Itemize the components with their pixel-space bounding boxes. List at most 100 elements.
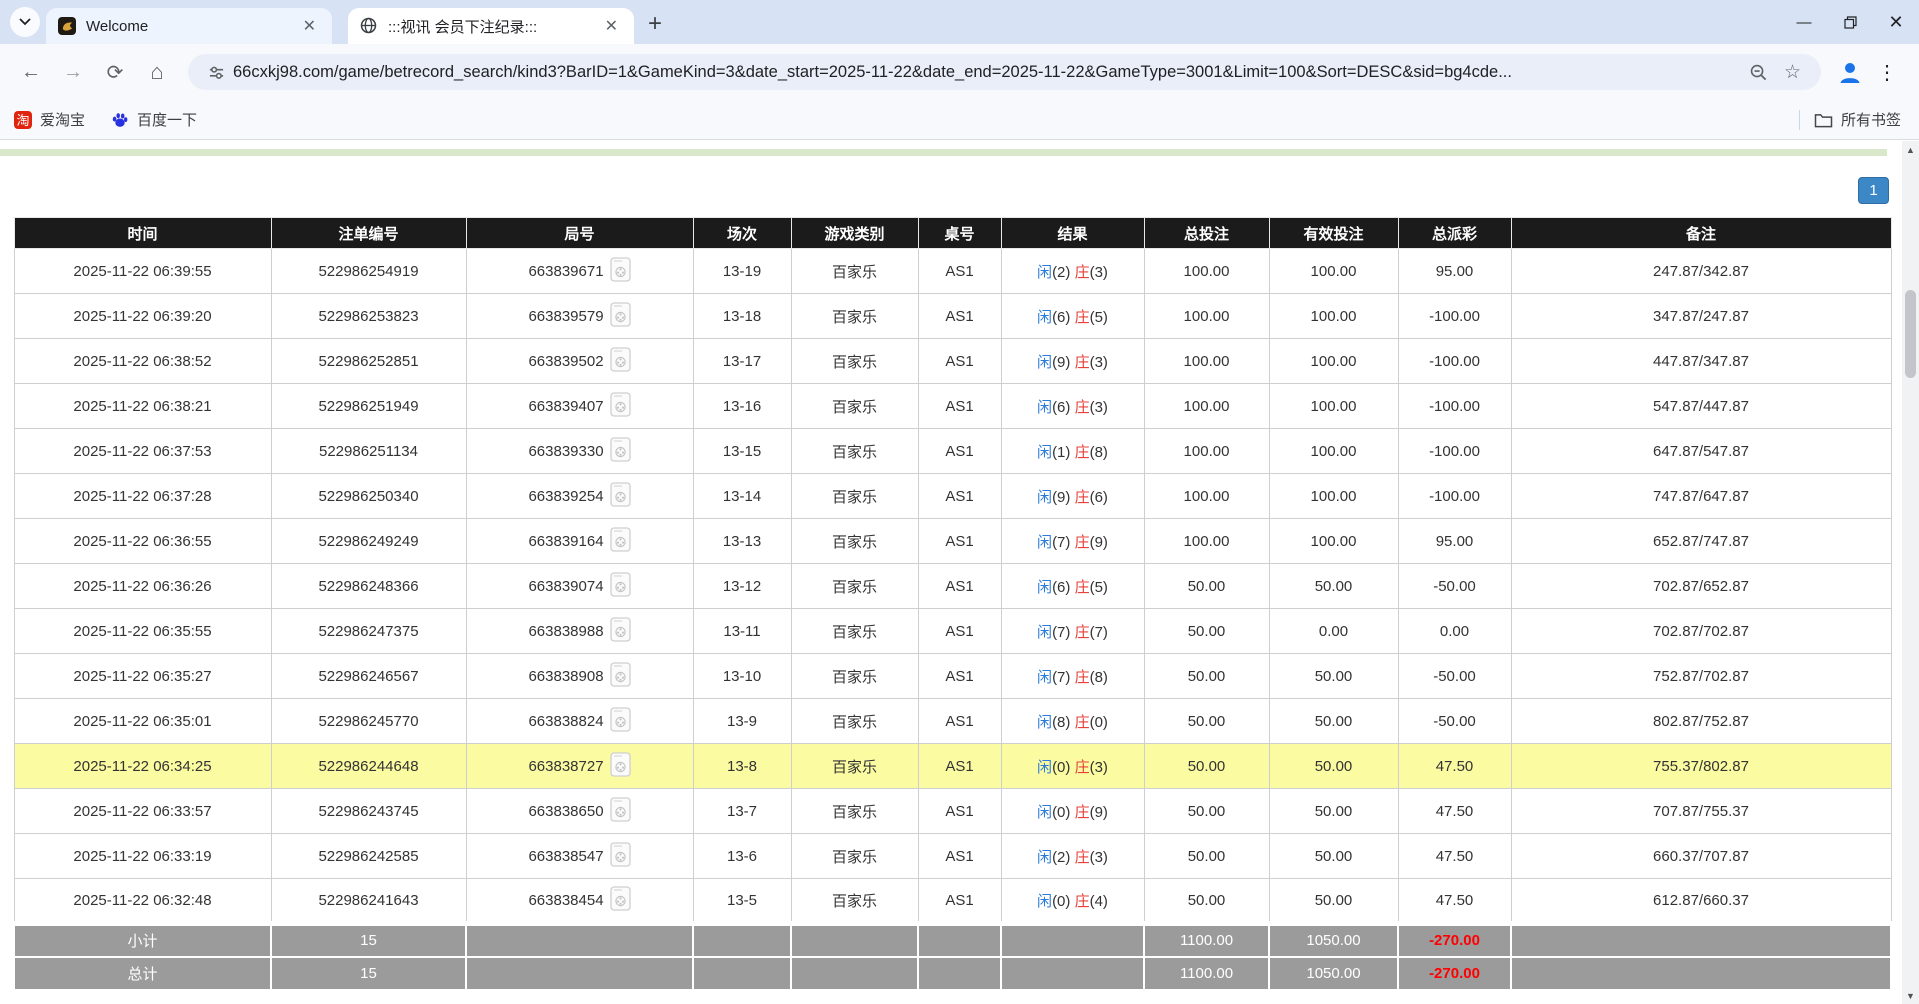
cell-result: 闲(0) 庄(9)	[1001, 789, 1144, 834]
cell-bet-id: 522986251134	[271, 429, 466, 474]
pagination-page-1[interactable]: 1	[1858, 177, 1889, 204]
video-replay-icon[interactable]	[610, 842, 631, 871]
cell-result: 闲(0) 庄(4)	[1001, 879, 1144, 924]
cell-remark: 612.87/660.37	[1511, 879, 1891, 924]
result-player-score: (2)	[1052, 264, 1070, 281]
bookmarks-bar: 淘 爱淘宝 百度一下 所有书签	[0, 100, 1919, 140]
cell-total-bet: 50.00	[1144, 879, 1269, 924]
cell-game-type: 百家乐	[791, 519, 918, 564]
tab-bet-record[interactable]: :::视讯 会员下注纪录::: ✕	[348, 8, 634, 44]
video-replay-icon[interactable]	[610, 707, 631, 736]
cell-valid-bet: 50.00	[1269, 879, 1398, 924]
result-banker-label: 庄	[1075, 759, 1090, 776]
video-replay-icon[interactable]	[610, 617, 631, 646]
cell-payout: 95.00	[1398, 519, 1511, 564]
video-replay-icon[interactable]	[610, 886, 631, 915]
cell-valid-bet: 50.00	[1269, 834, 1398, 879]
result-banker-label: 庄	[1075, 849, 1090, 866]
baidu-paw-icon	[111, 111, 129, 129]
video-replay-icon[interactable]	[610, 392, 631, 421]
video-replay-icon[interactable]	[610, 257, 631, 286]
bookmark-aitaobao[interactable]: 淘 爱淘宝	[14, 109, 85, 130]
round-number: 663839502	[528, 353, 603, 370]
result-player-label: 闲	[1037, 579, 1052, 596]
result-banker-score: (3)	[1090, 759, 1108, 776]
video-replay-icon[interactable]	[610, 437, 631, 466]
summary-result	[1001, 957, 1144, 990]
cell-time: 2025-11-22 06:39:20	[14, 294, 271, 339]
summary-payout: -270.00	[1398, 924, 1511, 957]
tab-welcome[interactable]: Welcome ✕	[46, 8, 332, 44]
round-number: 663838727	[528, 758, 603, 775]
video-replay-icon[interactable]	[610, 347, 631, 376]
result-banker-label: 庄	[1075, 579, 1090, 596]
cell-game-type: 百家乐	[791, 699, 918, 744]
table-row: 2025-11-22 06:37:53522986251134663839330…	[14, 429, 1891, 474]
cell-round: 663838727	[466, 744, 693, 789]
table-row: 2025-11-22 06:36:55522986249249663839164…	[14, 519, 1891, 564]
result-banker-label: 庄	[1075, 669, 1090, 686]
back-icon[interactable]: ←	[14, 55, 48, 89]
scroll-down-icon[interactable]: ▼	[1902, 987, 1919, 1004]
column-header-round: 局号	[466, 218, 693, 249]
video-replay-icon[interactable]	[610, 572, 631, 601]
scrollbar-thumb[interactable]	[1905, 290, 1916, 378]
home-icon[interactable]: ⌂	[140, 55, 174, 89]
url-text[interactable]: 66cxkj98.com/game/betrecord_search/kind3…	[233, 63, 1741, 82]
scroll-up-icon[interactable]: ▲	[1902, 141, 1919, 158]
tab-search-button[interactable]	[10, 7, 40, 37]
cell-session: 13-16	[693, 384, 791, 429]
cell-time: 2025-11-22 06:33:19	[14, 834, 271, 879]
close-window-button[interactable]: ✕	[1873, 0, 1919, 44]
cell-time: 2025-11-22 06:35:27	[14, 654, 271, 699]
cell-session: 13-13	[693, 519, 791, 564]
minimize-button[interactable]: —	[1781, 0, 1827, 44]
close-icon[interactable]: ✕	[297, 14, 322, 38]
result-banker-score: (3)	[1090, 264, 1108, 281]
result-banker-score: (9)	[1090, 804, 1108, 821]
zoom-out-icon[interactable]	[1749, 63, 1768, 82]
forward-icon[interactable]: →	[56, 55, 90, 89]
result-player-score: (7)	[1052, 624, 1070, 641]
close-icon[interactable]: ✕	[599, 14, 624, 38]
bookmark-baidu[interactable]: 百度一下	[111, 109, 197, 130]
menu-icon[interactable]: ⋮	[1877, 60, 1897, 85]
result-banker-label: 庄	[1075, 264, 1090, 281]
folder-icon	[1814, 112, 1833, 128]
cell-game-type: 百家乐	[791, 879, 918, 924]
cell-session: 13-8	[693, 744, 791, 789]
video-replay-icon[interactable]	[610, 797, 631, 826]
cell-bet-id: 522986254919	[271, 249, 466, 294]
grand-total-row: 总计151100.001050.00-270.00	[14, 957, 1891, 990]
cell-bet-id: 522986247375	[271, 609, 466, 654]
browser-toolbar: ← → ⟳ ⌂ 66cxkj98.com/game/betrecord_sear…	[0, 44, 1919, 100]
profile-avatar[interactable]	[1837, 59, 1863, 85]
cell-valid-bet: 100.00	[1269, 519, 1398, 564]
result-banker-label: 庄	[1075, 354, 1090, 371]
chevron-down-icon	[19, 18, 31, 26]
vertical-scrollbar[interactable]: ▲ ▼	[1902, 141, 1919, 1004]
reload-icon[interactable]: ⟳	[98, 55, 132, 89]
cell-time: 2025-11-22 06:35:55	[14, 609, 271, 654]
result-player-score: (9)	[1052, 489, 1070, 506]
bookmark-star-icon[interactable]: ☆	[1784, 61, 1801, 84]
table-row: 2025-11-22 06:35:27522986246567663838908…	[14, 654, 1891, 699]
video-replay-icon[interactable]	[610, 662, 631, 691]
cell-round: 663839671	[466, 249, 693, 294]
result-banker-label: 庄	[1075, 804, 1090, 821]
all-bookmarks-button[interactable]: 所有书签	[1814, 109, 1901, 130]
table-row: 2025-11-22 06:38:52522986252851663839502…	[14, 339, 1891, 384]
video-replay-icon[interactable]	[610, 527, 631, 556]
video-replay-icon[interactable]	[610, 302, 631, 331]
video-replay-icon[interactable]	[610, 752, 631, 781]
site-settings-icon[interactable]	[208, 64, 225, 81]
url-bar[interactable]: 66cxkj98.com/game/betrecord_search/kind3…	[188, 54, 1821, 90]
result-player-label: 闲	[1037, 624, 1052, 641]
video-replay-icon[interactable]	[610, 482, 631, 511]
cell-time: 2025-11-22 06:36:55	[14, 519, 271, 564]
cell-valid-bet: 50.00	[1269, 699, 1398, 744]
cell-table-no: AS1	[918, 564, 1001, 609]
new-tab-button[interactable]: +	[648, 14, 662, 34]
restore-button[interactable]	[1827, 0, 1873, 44]
cell-table-no: AS1	[918, 789, 1001, 834]
